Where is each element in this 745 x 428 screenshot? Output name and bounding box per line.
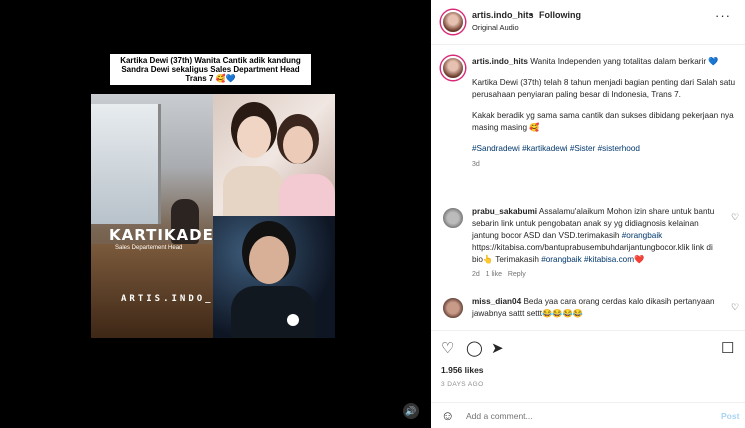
speaker-icon[interactable]: 🔊 (403, 403, 419, 419)
caption-line: Wanita Independen yang totalitas dalam b… (530, 57, 719, 66)
office-photo: KARTIKADEWI Sales Departement Head ARTIS… (91, 94, 244, 338)
likes-count[interactable]: 1.956 likes (441, 365, 484, 375)
comments-area[interactable]: artis.indo_hits Wanita Independen yang t… (431, 46, 745, 330)
office-window (91, 104, 161, 224)
media-banner-text: Kartika Dewi (37th) Wanita Cantik adik k… (110, 54, 311, 85)
figure (231, 286, 315, 338)
comment-text: ❤️ (634, 255, 645, 264)
comment-likes[interactable]: 1 like (486, 271, 502, 278)
face (283, 126, 313, 164)
face (249, 236, 289, 284)
like-comment-icon[interactable]: ♡ (731, 212, 739, 223)
post-caption: artis.indo_hits Wanita Independen yang t… (472, 56, 740, 168)
comment-hashtag[interactable]: #orangbaik (622, 231, 663, 240)
face (237, 116, 271, 158)
post-media[interactable]: Kartika Dewi (37th) Wanita Cantik adik k… (0, 0, 431, 428)
caption-time: 3d (472, 161, 480, 168)
comment: prabu_sakabumi Assalamu'alaikum Mohon iz… (472, 206, 724, 278)
like-icon[interactable]: ♡ (441, 339, 454, 357)
figure (279, 174, 335, 216)
like-comment-icon[interactable]: ♡ (731, 302, 739, 313)
bookmark-icon[interactable]: ☐ (721, 339, 734, 357)
post-button[interactable]: Post (721, 411, 739, 421)
portrait-photo (213, 216, 335, 338)
comment-icon[interactable]: ◯ (466, 339, 483, 357)
post-actions: ♡ ◯ ➤ ☐ 1.956 likes 3 DAYS AGO (431, 330, 745, 402)
emoji-icon[interactable]: ☺ (441, 408, 454, 423)
comment-hashtag[interactable]: #orangbaik #kitabisa.com (541, 255, 634, 264)
caption-paragraph: Kartika Dewi (37th) telah 8 tahun menjad… (472, 78, 736, 99)
post-header: artis.indo_hits • Following Original Aud… (431, 0, 745, 45)
header-username[interactable]: artis.indo_hits (472, 10, 534, 20)
figure (223, 166, 283, 216)
photo-collage: KARTIKADEWI Sales Departement Head ARTIS… (91, 94, 335, 338)
comment-bar: ☺ Add a comment... Post (431, 402, 745, 428)
comment-username[interactable]: miss_dian04 (472, 297, 521, 306)
comment-username[interactable]: prabu_sakabumi (472, 207, 537, 216)
comment-input[interactable]: Add a comment... (466, 411, 533, 421)
avatar[interactable] (441, 206, 465, 230)
caption-paragraph: Kakak beradik yg sama sama cantik dan su… (472, 111, 734, 132)
comment-time: 2d (472, 271, 480, 278)
reply-button[interactable]: Reply (508, 271, 526, 278)
more-icon[interactable]: ··· (715, 8, 731, 23)
caption-username[interactable]: artis.indo_hits (472, 57, 528, 66)
avatar[interactable] (441, 296, 465, 320)
post-date: 3 DAYS AGO (441, 381, 484, 388)
share-icon[interactable]: ➤ (491, 339, 504, 357)
jacket-logo (287, 314, 299, 326)
avatar[interactable] (441, 10, 465, 34)
following-button[interactable]: Following (539, 10, 581, 20)
caption-hashtags[interactable]: #Sandradewi #kartikadewi #Sister #sister… (472, 143, 740, 155)
avatar[interactable] (441, 56, 465, 80)
overlay-subtitle: Sales Departement Head (115, 245, 183, 251)
post-sidebar: artis.indo_hits • Following Original Aud… (431, 0, 745, 428)
post-modal: Kartika Dewi (37th) Wanita Cantik adik k… (0, 0, 745, 428)
audio-link[interactable]: Original Audio (472, 23, 519, 32)
comment: miss_dian04 Beda yaa cara orang cerdas k… (472, 296, 724, 320)
sisters-photo (213, 94, 335, 216)
office-table (91, 244, 213, 338)
separator: • (530, 10, 534, 20)
